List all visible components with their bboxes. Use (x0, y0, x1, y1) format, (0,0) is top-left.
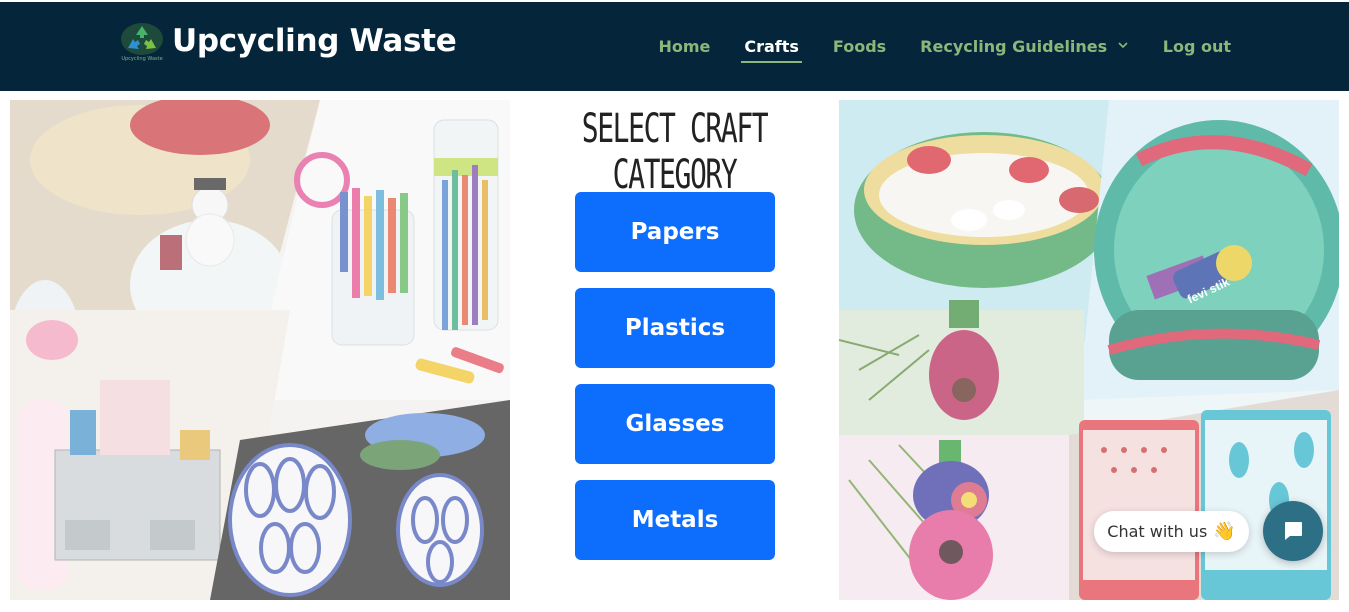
chat-launcher-button[interactable] (1263, 501, 1323, 561)
chevron-down-icon (1118, 42, 1128, 49)
nav-recycling-guidelines-label: Recycling Guidelines (920, 37, 1108, 56)
chat-icon (1285, 522, 1302, 540)
brand-title[interactable]: Upcycling Waste (172, 23, 457, 59)
nav-home[interactable]: Home (658, 37, 710, 62)
nav-recycling-guidelines[interactable]: Recycling Guidelines (920, 37, 1129, 62)
craft-category-selector: Select Craft Category Papers Plastics Gl… (510, 100, 839, 600)
brand[interactable]: Upcycling Waste Upcycling Waste (118, 22, 457, 66)
page-title: Select Craft Category (581, 106, 769, 198)
glasses-button[interactable]: Glasses (575, 384, 775, 464)
metals-button[interactable]: Metals (575, 480, 775, 560)
plastics-button[interactable]: Plastics (575, 288, 775, 368)
navbar: Upcycling Waste Upcycling Waste Home Cra… (0, 0, 1349, 91)
nav-log-out[interactable]: Log out (1163, 37, 1231, 62)
waving-hand-icon: 👋 (1213, 521, 1236, 542)
recycle-icon: Upcycling Waste (118, 22, 166, 66)
chat-bubble-text: Chat with us (1107, 522, 1208, 541)
papers-button[interactable]: Papers (575, 192, 775, 272)
nav-foods[interactable]: Foods (833, 37, 886, 62)
nav-crafts[interactable]: Crafts (741, 37, 802, 63)
chat-with-us-bubble[interactable]: Chat with us 👋 (1094, 511, 1249, 552)
main-nav: Home Crafts Foods Recycling Guidelines L… (624, 37, 1231, 63)
left-craft-collage-image (10, 100, 510, 600)
logo-caption: Upcycling Waste (121, 56, 163, 62)
